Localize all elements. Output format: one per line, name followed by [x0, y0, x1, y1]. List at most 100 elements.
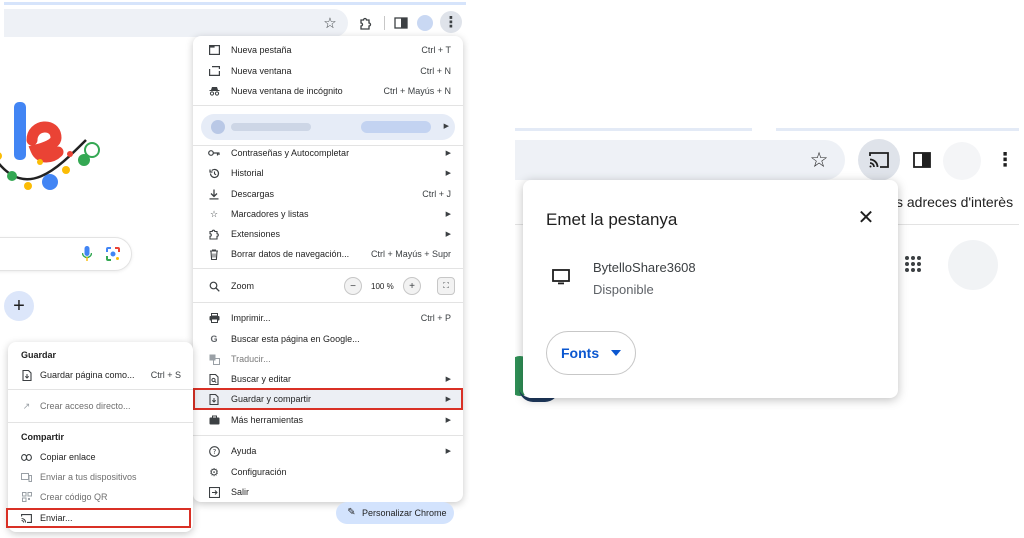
menu-item-incognito[interactable]: Nueva ventana de incógnito Ctrl + Mayús … — [193, 81, 463, 101]
cast-dialog-panel: ☆ ⋮ s adreces d'interès Emet la pestanya… — [515, 128, 1019, 410]
save-page-icon — [21, 369, 32, 381]
search-edit-icon — [208, 373, 220, 385]
bookmarks-bar-text[interactable]: s adreces d'interès — [896, 194, 1013, 210]
profile-name-redacted — [231, 123, 311, 131]
menu-item-help[interactable]: ? Ayuda ▶ — [193, 441, 463, 461]
menu-item-print[interactable]: Imprimir... Ctrl + P — [193, 308, 463, 328]
screenshot-root: ☆ ⋮ + Nueva pestaña Ctrl + T Nueva venta… — [0, 0, 1024, 538]
google-icon: G — [210, 334, 218, 344]
menu-item-extensions[interactable]: Extensiones ▶ — [193, 224, 463, 244]
menu-item-clear-data[interactable]: Borrar datos de navegación... Ctrl + May… — [193, 244, 463, 264]
new-window-icon — [208, 65, 220, 77]
cast-device-name[interactable]: BytelloShare3608 — [593, 260, 696, 275]
menu-item-find-edit[interactable]: Buscar y editar ▶ — [193, 369, 463, 389]
menu-item-bookmarks[interactable]: ☆ Marcadores y listas ▶ — [193, 204, 463, 224]
menu-item-new-window[interactable]: Nueva ventana Ctrl + N — [193, 61, 463, 81]
qr-code-icon — [21, 492, 32, 503]
profile-avatar-small — [211, 120, 225, 134]
menu-item-downloads[interactable]: Descargas Ctrl + J — [193, 184, 463, 204]
save-share-submenu: Guardar Guardar página como... Ctrl + S … — [6, 342, 193, 532]
zoom-out-button[interactable]: − — [344, 277, 362, 295]
menu-item-translate[interactable]: Traducir... — [193, 349, 463, 369]
devices-icon — [21, 472, 32, 483]
sources-dropdown-button[interactable]: Fonts — [546, 331, 636, 375]
menu-item-passwords[interactable]: Contraseñas y Autocompletar ▶ — [193, 143, 463, 163]
menu-item-history[interactable]: Historial ▶ — [193, 163, 463, 183]
bookmark-star-icon[interactable]: ☆ — [807, 148, 831, 172]
menu-divider — [193, 268, 463, 269]
submenu-item-copy-link[interactable]: Copiar enlace — [8, 447, 193, 467]
profile-email-redacted — [361, 121, 431, 133]
incognito-icon — [208, 85, 220, 97]
address-bar[interactable] — [515, 140, 845, 180]
side-panel-icon[interactable] — [391, 13, 411, 33]
tab-strip-edge — [776, 128, 1019, 131]
menu-item-more-tools[interactable]: Más herramientas ▶ — [193, 410, 463, 430]
submenu-section-share: Compartir — [21, 432, 65, 442]
address-bar[interactable] — [4, 9, 348, 37]
submenu-item-create-shortcut[interactable]: ↗ Crear acceso directo... — [8, 396, 193, 416]
submenu-divider — [8, 389, 193, 390]
cast-tab-dialog: Emet la pestanya ✕ BytelloShare3608 Disp… — [523, 180, 898, 398]
toolbox-icon — [208, 414, 220, 426]
toolbar-separator — [384, 16, 385, 30]
add-shortcut-plus-icon[interactable]: + — [4, 291, 34, 321]
chrome-menu-panel: ☆ ⋮ + Nueva pestaña Ctrl + T Nueva venta… — [0, 0, 470, 538]
pencil-icon: ✎ — [347, 507, 356, 518]
link-icon — [21, 452, 32, 463]
bookmark-star-icon[interactable]: ☆ — [320, 13, 340, 33]
help-icon: ? — [208, 445, 220, 457]
side-panel-icon[interactable] — [910, 148, 934, 172]
submenu-arrow-icon: ▶ — [445, 150, 451, 157]
submenu-arrow-icon: ▶ — [443, 123, 449, 130]
save-share-icon — [208, 393, 220, 405]
menu-item-new-tab[interactable]: Nueva pestaña Ctrl + T — [193, 40, 463, 60]
tab-strip-edge — [515, 128, 752, 131]
zoom-level-value: 100 % — [371, 282, 394, 291]
menu-divider — [193, 302, 463, 303]
star-icon: ☆ — [209, 208, 219, 219]
close-icon[interactable]: ✕ — [855, 206, 877, 229]
key-icon — [208, 147, 220, 159]
submenu-item-qr-code[interactable]: Crear código QR — [8, 487, 193, 507]
tab-strip-edge — [4, 2, 466, 5]
submenu-section-save: Guardar — [21, 350, 57, 360]
menu-divider — [193, 105, 463, 106]
submenu-arrow-icon: ▶ — [445, 417, 451, 424]
zoom-icon — [208, 280, 220, 292]
menu-profile-row[interactable]: ▶ — [201, 114, 455, 140]
menu-item-search-google[interactable]: G Buscar esta página en Google... — [193, 329, 463, 349]
google-doodle — [0, 102, 100, 190]
puzzle-icon — [208, 228, 220, 240]
profile-avatar[interactable] — [943, 142, 981, 180]
submenu-arrow-icon: ▶ — [445, 211, 451, 218]
submenu-item-cast[interactable]: Enviar... — [8, 508, 193, 528]
google-lens-icon[interactable] — [104, 245, 122, 263]
menu-item-exit[interactable]: Salir — [193, 482, 463, 502]
submenu-item-save-page[interactable]: Guardar página como... Ctrl + S — [8, 365, 193, 385]
personalize-chrome-button[interactable]: ✎ Personalizar Chrome — [336, 502, 454, 524]
translate-icon — [208, 353, 220, 365]
account-avatar-placeholder[interactable] — [948, 240, 998, 290]
microphone-icon[interactable] — [80, 245, 94, 263]
exit-icon — [208, 486, 220, 498]
submenu-item-send-devices[interactable]: Enviar a tus dispositivos — [8, 467, 193, 487]
gear-icon: ⚙ — [209, 466, 219, 479]
caret-down-icon — [609, 346, 623, 360]
fullscreen-icon[interactable]: ⛶ — [437, 277, 455, 295]
menu-item-save-share[interactable]: Guardar y compartir ▶ — [193, 389, 463, 409]
history-icon — [208, 167, 220, 179]
apps-grid-icon[interactable] — [903, 254, 923, 274]
cast-device-status: Disponible — [593, 282, 654, 297]
menu-kebab-icon[interactable]: ⋮ — [440, 11, 462, 33]
shortcut-icon: ↗ — [22, 400, 31, 411]
zoom-in-button[interactable]: + — [403, 277, 421, 295]
extensions-icon[interactable] — [355, 13, 375, 33]
menu-item-zoom: Zoom − 100 % + ⛶ — [193, 276, 463, 296]
profile-avatar[interactable] — [417, 15, 433, 31]
submenu-arrow-icon: ▶ — [445, 170, 451, 177]
menu-item-settings[interactable]: ⚙ Configuración — [193, 462, 463, 482]
cast-toolbar-icon[interactable] — [858, 139, 900, 181]
menu-kebab-icon[interactable]: ⋮ — [995, 148, 1015, 172]
trash-icon — [208, 248, 220, 260]
